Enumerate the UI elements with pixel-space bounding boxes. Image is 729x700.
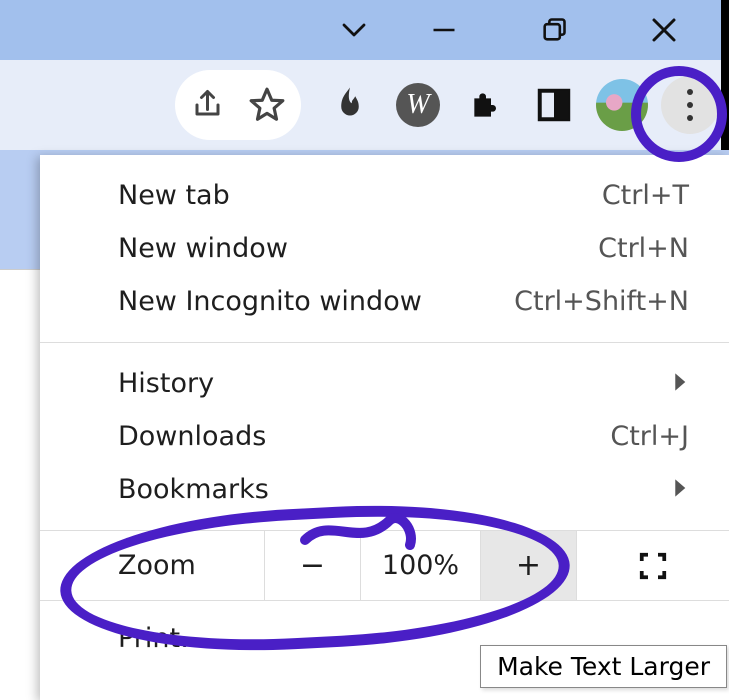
omnibox-actions [175,70,301,140]
menu-item-new-window[interactable]: New window Ctrl+N [40,222,729,275]
menu-item-new-tab[interactable]: New tab Ctrl+T [40,169,729,222]
star-icon [248,86,286,124]
kebab-dot [687,89,693,95]
reader-mode-button[interactable] [525,76,583,134]
menu-zoom-row: Zoom − 100% + [40,531,729,601]
zoom-in-tooltip: Make Text Larger [480,645,727,688]
minimize-icon [430,16,458,44]
menu-shortcut: Ctrl+N [598,233,689,264]
menu-label: Print… [118,623,207,654]
extension-dragon-button[interactable] [321,76,379,134]
menu-item-downloads[interactable]: Downloads Ctrl+J [40,410,729,463]
tab-search-button[interactable] [319,0,389,60]
menu-shortcut: Ctrl+T [602,180,689,211]
extensions-button[interactable] [457,76,515,134]
menu-label: New window [118,233,288,264]
menu-shortcut: Ctrl+Shift+N [514,286,689,317]
submenu-arrow-icon [673,368,689,399]
avatar-icon [596,79,648,131]
share-button[interactable] [189,76,229,134]
menu-item-bookmarks[interactable]: Bookmarks [40,463,729,516]
close-button[interactable] [609,0,719,60]
zoom-in-button[interactable]: + [481,531,577,600]
menu-label: New Incognito window [118,286,422,317]
chevron-down-icon [339,15,369,45]
menu-item-history[interactable]: History [40,357,729,410]
w-icon: W [396,83,440,127]
main-menu-popover: New tab Ctrl+T New window Ctrl+N New Inc… [40,155,729,700]
fullscreen-button[interactable] [577,551,729,581]
window-titlebar [0,0,729,60]
close-icon [649,15,679,45]
profile-avatar-button[interactable] [593,76,651,134]
reader-icon [535,86,573,124]
menu-section-windows: New tab Ctrl+T New window Ctrl+N New Inc… [40,155,729,343]
extension-w-button[interactable]: W [389,76,447,134]
fullscreen-icon [638,551,668,581]
browser-toolbar: W [0,60,729,150]
submenu-arrow-icon [673,474,689,505]
bookmark-star-button[interactable] [247,76,287,134]
kebab-dot [687,102,693,108]
menu-label: History [118,368,214,399]
zoom-label: Zoom [40,531,265,600]
menu-label: Downloads [118,421,266,452]
menu-section-nav: History Downloads Ctrl+J Bookmarks [40,343,729,531]
menu-item-new-incognito[interactable]: New Incognito window Ctrl+Shift+N [40,275,729,328]
menu-label: New tab [118,180,230,211]
puzzle-icon [466,85,506,125]
zoom-out-button[interactable]: − [265,531,361,600]
restore-icon [540,16,568,44]
flame-icon [329,84,371,126]
share-icon [191,87,227,123]
window-right-edge [721,0,729,150]
restore-button[interactable] [499,0,609,60]
menu-label: Bookmarks [118,474,269,505]
zoom-level-value: 100% [361,531,481,600]
menu-shortcut: Ctrl+J [610,421,689,452]
kebab-dot [687,115,693,121]
main-menu-button[interactable] [661,76,719,134]
minimize-button[interactable] [389,0,499,60]
